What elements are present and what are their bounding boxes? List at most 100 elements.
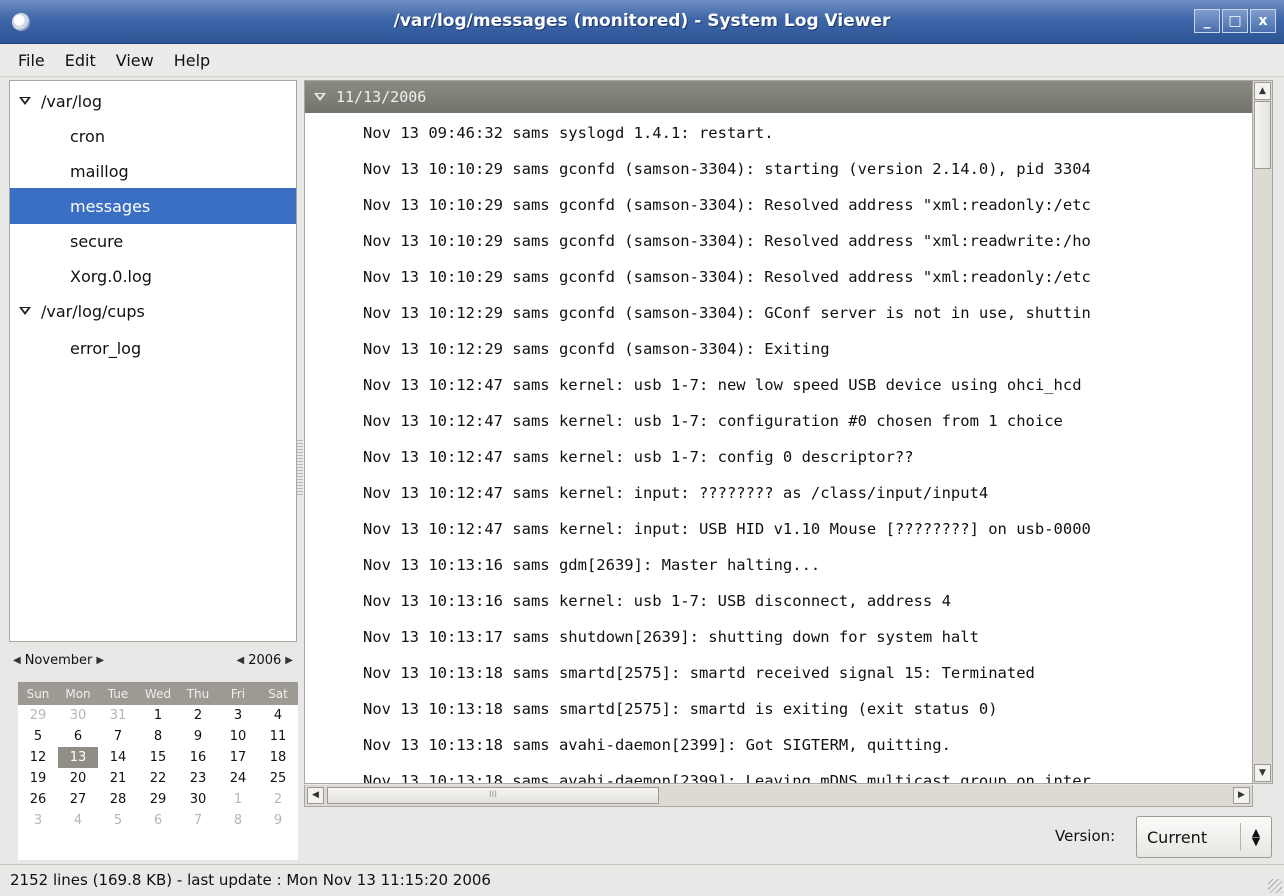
log-line[interactable]: Nov 13 10:13:18 sams avahi-daemon[2399]:… bbox=[363, 727, 1252, 763]
title-bar[interactable]: /var/log/messages (monitored) - System L… bbox=[0, 0, 1284, 44]
log-lines: Nov 13 09:46:32 sams syslogd 1.4.1: rest… bbox=[363, 115, 1252, 783]
calendar-day[interactable]: 8 bbox=[218, 810, 258, 831]
weekday-label: Sat bbox=[268, 686, 288, 701]
tree-item-error-log[interactable]: error_log bbox=[10, 330, 296, 366]
calendar-day[interactable]: 8 bbox=[138, 726, 178, 747]
log-line[interactable]: Nov 13 10:12:29 sams gconfd (samson-3304… bbox=[363, 331, 1252, 367]
calendar-day[interactable]: 2 bbox=[178, 705, 218, 726]
calendar-day[interactable]: 6 bbox=[138, 810, 178, 831]
calendar-day[interactable]: 14 bbox=[98, 747, 138, 768]
calendar-day[interactable]: 29 bbox=[138, 789, 178, 810]
tree-item-maillog[interactable]: maillog bbox=[10, 153, 296, 189]
log-line[interactable]: Nov 13 10:13:18 sams smartd[2575]: smart… bbox=[363, 655, 1252, 691]
maximize-button[interactable]: □ bbox=[1222, 9, 1248, 33]
log-line[interactable]: Nov 13 10:13:17 sams shutdown[2639]: shu… bbox=[363, 619, 1252, 655]
log-line[interactable]: Nov 13 10:13:18 sams smartd[2575]: smart… bbox=[363, 691, 1252, 727]
horizontal-scrollbar[interactable]: ◀ III ▶ bbox=[304, 785, 1253, 807]
date-group-header[interactable]: 11/13/2006 bbox=[305, 81, 1252, 113]
calendar-day[interactable]: 29 bbox=[18, 705, 58, 726]
menu-file[interactable]: File bbox=[10, 47, 53, 74]
menu-view[interactable]: View bbox=[108, 47, 162, 74]
calendar-day-selected[interactable]: 13 bbox=[58, 747, 98, 768]
log-line[interactable]: Nov 13 09:46:32 sams syslogd 1.4.1: rest… bbox=[363, 115, 1252, 151]
log-line[interactable]: Nov 13 10:10:29 sams gconfd (samson-3304… bbox=[363, 223, 1252, 259]
calendar-day[interactable]: 25 bbox=[258, 768, 298, 789]
minimize-button[interactable]: _ bbox=[1194, 9, 1220, 33]
menu-help[interactable]: Help bbox=[166, 47, 218, 74]
log-line[interactable]: Nov 13 10:10:29 sams gconfd (samson-3304… bbox=[363, 259, 1252, 295]
log-line[interactable]: Nov 13 10:12:47 sams kernel: usb 1-7: co… bbox=[363, 403, 1252, 439]
expander-icon[interactable] bbox=[314, 92, 326, 102]
calendar-day[interactable]: 2 bbox=[258, 789, 298, 810]
log-line[interactable]: Nov 13 10:12:47 sams kernel: usb 1-7: co… bbox=[363, 439, 1252, 475]
scroll-left-icon[interactable]: ◀ bbox=[307, 787, 324, 804]
menu-edit[interactable]: Edit bbox=[57, 47, 104, 74]
log-line[interactable]: Nov 13 10:12:47 sams kernel: usb 1-7: ne… bbox=[363, 367, 1252, 403]
calendar-day[interactable]: 17 bbox=[218, 747, 258, 768]
tree-group-var-log[interactable]: /var/log bbox=[10, 83, 296, 119]
next-month-icon[interactable]: ▶ bbox=[96, 655, 104, 666]
log-line[interactable]: Nov 13 10:10:29 sams gconfd (samson-3304… bbox=[363, 187, 1252, 223]
log-line[interactable]: Nov 13 10:13:18 sams avahi-daemon[2399]:… bbox=[363, 763, 1252, 783]
calendar-day[interactable]: 9 bbox=[178, 726, 218, 747]
resize-grip-icon[interactable] bbox=[1268, 879, 1282, 893]
tree-group-var-log-cups[interactable]: /var/log/cups bbox=[10, 293, 296, 329]
calendar-day[interactable]: 3 bbox=[218, 705, 258, 726]
next-year-icon[interactable]: ▶ bbox=[285, 655, 293, 666]
calendar-day[interactable]: 16 bbox=[178, 747, 218, 768]
close-button[interactable]: x bbox=[1250, 9, 1276, 33]
calendar-day[interactable]: 12 bbox=[18, 747, 58, 768]
vertical-scrollbar[interactable]: ▲ ▼ bbox=[1253, 80, 1273, 784]
prev-month-icon[interactable]: ◀ bbox=[13, 655, 21, 666]
log-line[interactable]: Nov 13 10:10:29 sams gconfd (samson-3304… bbox=[363, 151, 1252, 187]
calendar-day[interactable]: 30 bbox=[178, 789, 218, 810]
log-line[interactable]: Nov 13 10:12:47 sams kernel: input: ????… bbox=[363, 475, 1252, 511]
vertical-scroll-thumb[interactable] bbox=[1254, 101, 1271, 169]
calendar-day[interactable]: 26 bbox=[18, 789, 58, 810]
calendar-day[interactable]: 30 bbox=[58, 705, 98, 726]
calendar-day[interactable]: 22 bbox=[138, 768, 178, 789]
scroll-right-icon[interactable]: ▶ bbox=[1233, 787, 1250, 804]
tree-item-messages[interactable]: messages bbox=[10, 188, 296, 224]
calendar-day[interactable]: 7 bbox=[178, 810, 218, 831]
tree-item-secure[interactable]: secure bbox=[10, 223, 296, 259]
calendar-day[interactable]: 21 bbox=[98, 768, 138, 789]
log-line[interactable]: Nov 13 10:12:29 sams gconfd (samson-3304… bbox=[363, 295, 1252, 331]
calendar-day[interactable]: 4 bbox=[258, 705, 298, 726]
calendar-day[interactable]: 19 bbox=[18, 768, 58, 789]
calendar-day[interactable]: 4 bbox=[58, 810, 98, 831]
calendar-day[interactable]: 5 bbox=[18, 726, 58, 747]
calendar-day[interactable]: 9 bbox=[258, 810, 298, 831]
calendar-day[interactable]: 28 bbox=[98, 789, 138, 810]
calendar-day[interactable]: 24 bbox=[218, 768, 258, 789]
prev-year-icon[interactable]: ◀ bbox=[237, 655, 245, 666]
calendar-day[interactable]: 7 bbox=[98, 726, 138, 747]
log-line[interactable]: Nov 13 10:12:47 sams kernel: input: USB … bbox=[363, 511, 1252, 547]
calendar-day[interactable]: 18 bbox=[258, 747, 298, 768]
calendar-day[interactable]: 27 bbox=[58, 789, 98, 810]
scroll-up-icon[interactable]: ▲ bbox=[1254, 82, 1271, 100]
calendar-day[interactable]: 6 bbox=[58, 726, 98, 747]
pane-splitter[interactable] bbox=[297, 440, 303, 496]
calendar-day[interactable]: 10 bbox=[218, 726, 258, 747]
calendar-day[interactable]: 11 bbox=[258, 726, 298, 747]
calendar-day[interactable]: 1 bbox=[138, 705, 178, 726]
calendar-day[interactable]: 15 bbox=[138, 747, 178, 768]
calendar-day[interactable]: 5 bbox=[98, 810, 138, 831]
calendar-day[interactable]: 31 bbox=[98, 705, 138, 726]
expander-icon[interactable] bbox=[19, 306, 31, 316]
version-select[interactable]: Current ▲ ▼ bbox=[1136, 816, 1272, 858]
calendar-day[interactable]: 3 bbox=[18, 810, 58, 831]
calendar-day[interactable]: 1 bbox=[218, 789, 258, 810]
log-line[interactable]: Nov 13 10:13:16 sams gdm[2639]: Master h… bbox=[363, 547, 1252, 583]
expander-icon[interactable] bbox=[19, 96, 31, 106]
tree-item-xorg-log[interactable]: Xorg.0.log bbox=[10, 258, 296, 294]
horizontal-scroll-thumb[interactable]: III bbox=[327, 787, 659, 804]
calendar-header: ◀ November ▶ ◀ 2006 ▶ bbox=[9, 645, 297, 675]
tree-item-cron[interactable]: cron bbox=[10, 118, 296, 154]
calendar-day[interactable]: 20 bbox=[58, 768, 98, 789]
scroll-down-icon[interactable]: ▼ bbox=[1254, 764, 1271, 782]
calendar-day[interactable]: 23 bbox=[178, 768, 218, 789]
weekday-label: Tue bbox=[107, 686, 129, 701]
log-line[interactable]: Nov 13 10:13:16 sams kernel: usb 1-7: US… bbox=[363, 583, 1252, 619]
